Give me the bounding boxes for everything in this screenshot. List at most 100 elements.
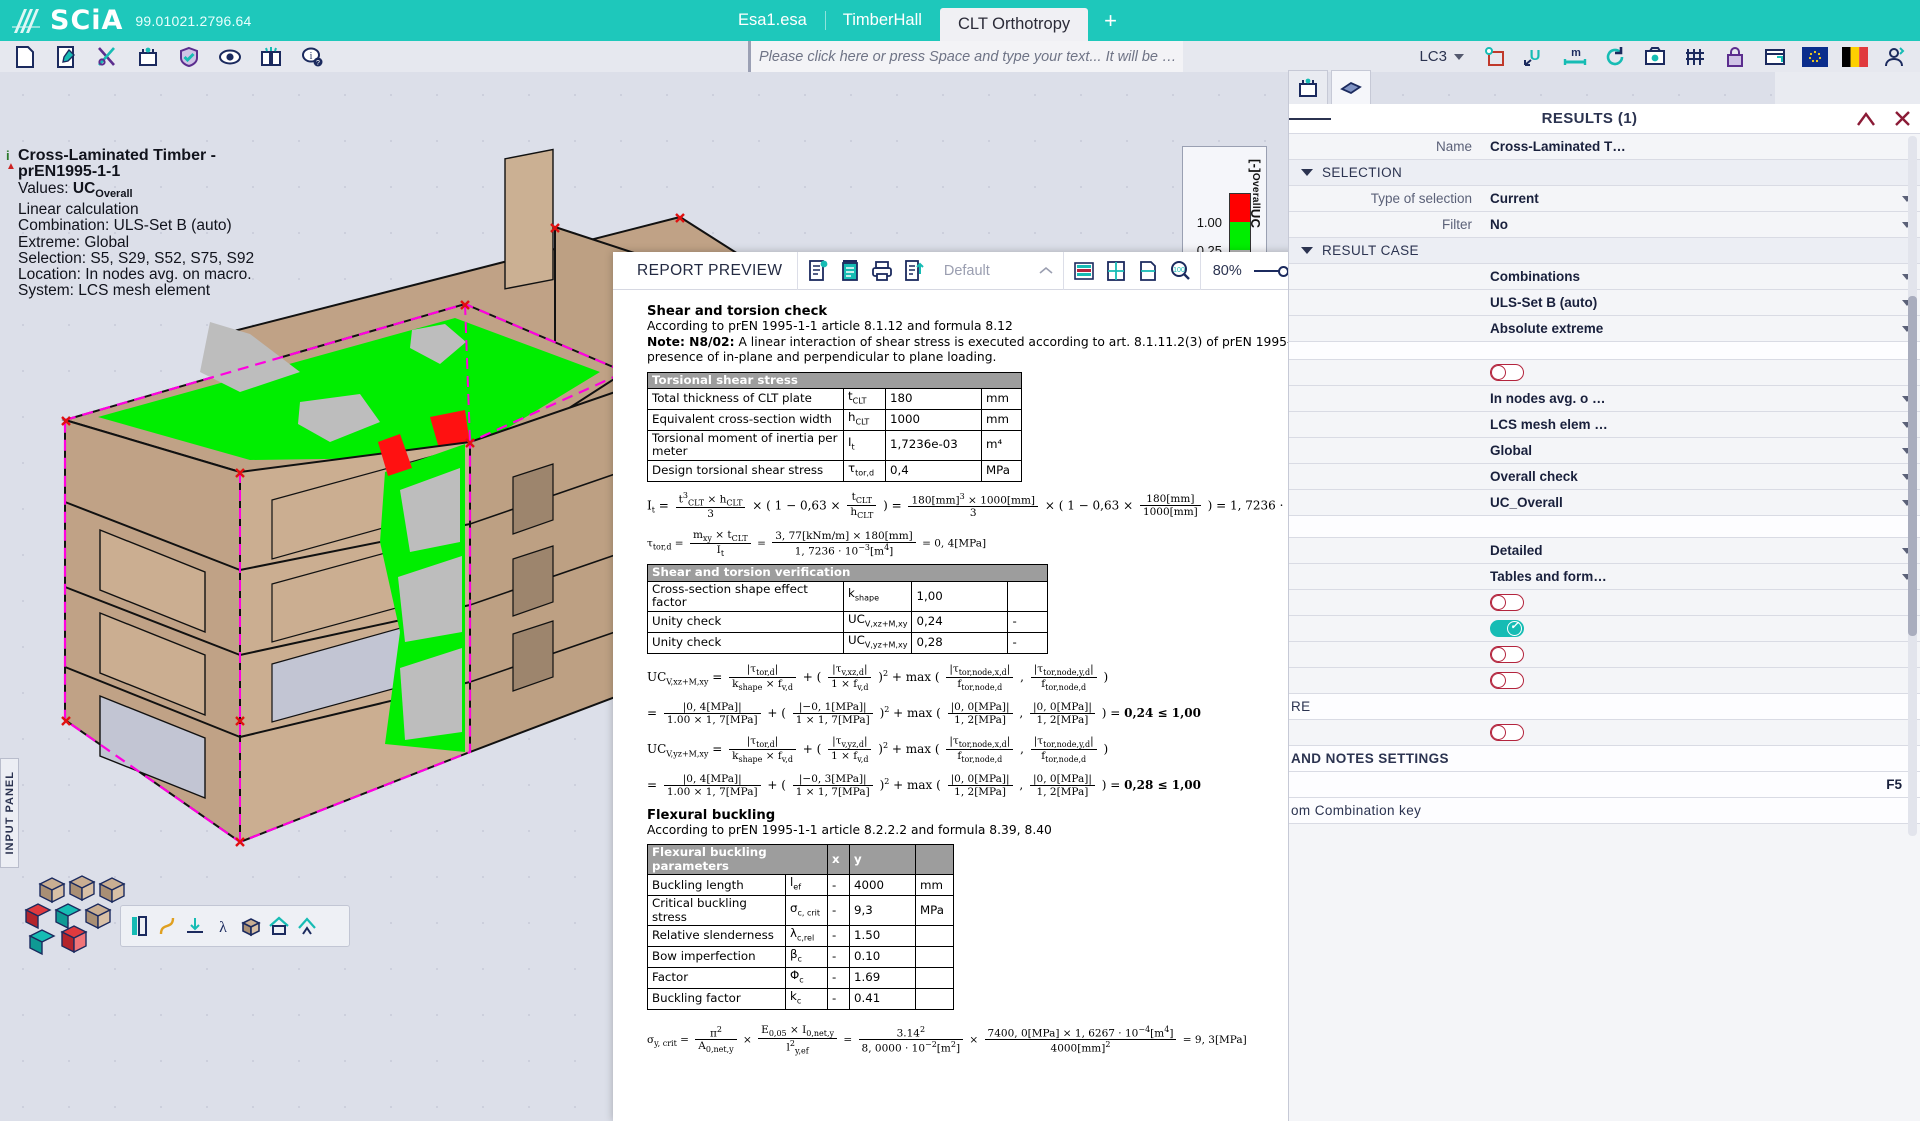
check-shield-icon[interactable] [170,42,208,71]
window-icon[interactable] [1756,42,1794,71]
view-dockbar[interactable]: λ [120,905,350,947]
row-toggle-4[interactable] [1289,642,1920,668]
show-unity-check-toggle[interactable] [1490,646,1524,663]
tab-esa1[interactable]: Esa1.esa [720,0,825,41]
print-explanation-toggle[interactable] [1490,619,1524,637]
detailed-value[interactable]: Detailed [1482,543,1920,558]
row-detailed[interactable]: Detailed [1289,538,1920,564]
user-account-icon[interactable] [1876,42,1914,71]
report-template-selector[interactable]: Default [934,263,1063,279]
solid-icon[interactable] [238,911,264,941]
grid-icon[interactable] [1676,42,1714,71]
panel-menu-icon[interactable] [1289,116,1331,122]
row-lcs-mesh-elem[interactable]: LCS mesh elem … [1289,412,1920,438]
global-value[interactable]: Global [1482,443,1920,458]
export-report-icon[interactable] [898,256,930,286]
row-uc-overall[interactable]: UC_Overall [1289,490,1920,516]
tab-calculation-icon[interactable] [1288,70,1328,104]
rotate-view-icon[interactable] [294,911,320,941]
tab-clt-orthotropy[interactable]: CLT Orthotropy [939,8,1089,41]
panel-scrollbar-thumb[interactable] [1908,296,1917,636]
row-overall-check[interactable]: Overall check [1289,464,1920,490]
name-value[interactable]: Cross-Laminated T… [1482,139,1920,154]
open-book-icon[interactable] [252,42,290,71]
tab-results-icon[interactable] [1331,70,1371,104]
command-line[interactable]: Please click here or press Space and typ… [748,41,1183,72]
pin-icon[interactable] [1848,111,1884,127]
t3r0-label: Buckling length [647,874,786,897]
row-in-nodes-avg[interactable]: In nodes avg. o … [1289,386,1920,412]
table-row: Buckling length lef - 4000 mm [647,874,954,897]
extra-toggle[interactable] [1490,672,1524,689]
row-tables-and-formulas[interactable]: Tables and form… [1289,564,1920,590]
uc-overall-value[interactable]: UC_Overall [1482,495,1920,510]
new-report-icon[interactable] [802,256,834,286]
row-name[interactable]: Name Cross-Laminated T… [1289,134,1920,160]
in-nodes-avg-value[interactable]: In nodes avg. o … [1482,391,1920,406]
group-partial-combkey[interactable]: om Combination key [1289,798,1920,824]
load-case-selector[interactable]: LC3 [1409,48,1474,65]
row-toggle-6[interactable] [1289,720,1920,746]
row-type-of-selection[interactable]: Type of selection Current [1289,186,1920,212]
home-view-icon[interactable] [266,911,292,941]
group-partial-notes[interactable]: AND NOTES SETTINGS [1289,746,1920,772]
row-uls-set[interactable]: ULS-Set B (auto) [1289,290,1920,316]
calculate-icon[interactable] [129,42,167,71]
absolute-extreme-value[interactable]: Absolute extreme [1482,321,1920,336]
row-envelope-toggle[interactable] [1289,360,1920,386]
render-mode-icon[interactable] [126,911,152,941]
be-flag-icon[interactable] [1836,42,1874,71]
view-cube-cluster[interactable] [22,872,127,957]
results-property-panel[interactable]: RESULTS (1) Name Cross-Laminated T… SELE… [1288,70,1920,1121]
combinations-value[interactable]: Combinations [1482,269,1920,284]
refresh-report-icon[interactable] [834,256,866,286]
tables-formulas-toggle[interactable] [1490,594,1524,611]
row-absolute-extreme[interactable]: Absolute extreme [1289,316,1920,342]
row-toggle-2[interactable] [1289,590,1920,616]
last-toggle[interactable] [1490,724,1524,741]
group-partial-re[interactable]: RE [1289,694,1920,720]
row-toggle-5[interactable] [1289,668,1920,694]
panel-scrollbar[interactable] [1908,136,1917,836]
type-of-selection-value[interactable]: Current [1482,191,1920,206]
zoom-100-icon[interactable]: 100 [1164,256,1196,286]
row-combinations[interactable]: Combinations [1289,264,1920,290]
group-selection[interactable]: SELECTION [1289,160,1920,186]
two-page-icon[interactable] [1100,256,1132,286]
view-eye-icon[interactable] [211,42,249,71]
new-tab-button[interactable]: + [1088,0,1133,41]
units-u-icon[interactable]: U [1516,42,1554,71]
input-panel-tab[interactable]: INPUT PANEL [0,758,19,868]
filter-value[interactable]: No [1482,217,1920,232]
new-project-icon[interactable] [6,42,44,71]
tools-icon[interactable] [88,42,126,71]
one-page-icon[interactable] [1132,256,1164,286]
help-info-icon[interactable]: i? [293,42,331,71]
eu-flag-icon[interactable] [1796,42,1834,71]
measure-m-icon[interactable]: m [1556,42,1594,71]
deformation-icon[interactable] [182,911,208,941]
tab-timberhall[interactable]: TimberHall [824,0,940,41]
lcs-mesh-value[interactable]: LCS mesh elem … [1482,417,1920,432]
envelope-toggle[interactable] [1490,364,1524,381]
edit-project-icon[interactable] [47,42,85,71]
refresh-icon[interactable] [1596,42,1634,71]
tables-and-formulas-value[interactable]: Tables and form… [1482,569,1920,584]
page-layout-icon[interactable] [1068,256,1100,286]
curve-icon[interactable] [154,911,180,941]
screenshot-icon[interactable] [1636,42,1674,71]
close-icon[interactable] [1884,110,1920,127]
lock-icon[interactable] [1716,42,1754,71]
print-icon[interactable] [866,256,898,286]
group-result-case[interactable]: RESULT CASE [1289,238,1920,264]
row-global[interactable]: Global [1289,438,1920,464]
command-line-placeholder: Please click here or press Space and typ… [759,48,1177,65]
row-filter[interactable]: Filter No [1289,212,1920,238]
lambda-icon[interactable]: λ [210,911,236,941]
overall-check-value[interactable]: Overall check [1482,469,1920,484]
results-panel[interactable]: RESULTS (1) Name Cross-Laminated T… SELE… [1288,104,1920,1121]
row-toggle-3[interactable] [1289,616,1920,642]
uls-set-value[interactable]: ULS-Set B (auto) [1482,295,1920,310]
selection-box-icon[interactable] [1476,42,1514,71]
t3r4-label: Factor [647,967,786,989]
